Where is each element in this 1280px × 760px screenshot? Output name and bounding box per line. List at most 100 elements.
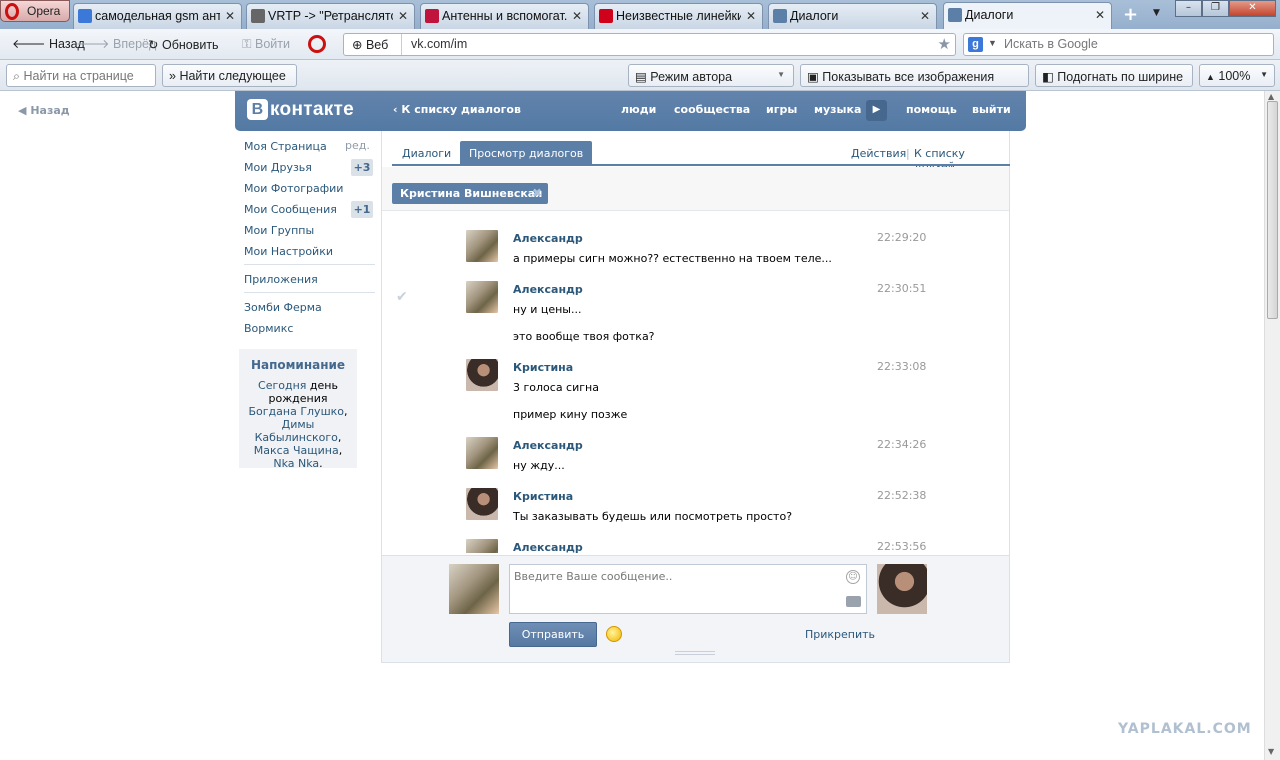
find-next-button[interactable]: » Найти следующее <box>162 64 297 87</box>
menu-my-settings[interactable]: Мои Настройки <box>244 245 333 258</box>
tab-close-icon[interactable]: ✕ <box>746 9 756 23</box>
reminder-today-link[interactable]: Сегодня <box>258 379 306 392</box>
reminder-person-link[interactable]: Макса Чащина <box>254 444 339 457</box>
bookmark-star-icon[interactable]: ★ <box>938 35 951 53</box>
camera-icon[interactable] <box>846 596 861 607</box>
browser-tab[interactable]: самодельная gsm ант... ✕ <box>73 3 242 29</box>
nav-music[interactable]: музыка <box>814 103 861 116</box>
menu-wormix[interactable]: Вормикс <box>244 322 293 335</box>
tab-dialogs[interactable]: Диалоги <box>393 141 460 164</box>
menu-apps[interactable]: Приложения <box>244 273 318 286</box>
scrollbar-thumb[interactable] <box>1267 101 1278 319</box>
recipient-avatar[interactable] <box>877 564 927 614</box>
message-author[interactable]: Александр <box>513 439 583 452</box>
search-placeholder[interactable]: Искать в Google <box>1004 37 1098 51</box>
music-play-icon[interactable]: ▶ <box>866 100 887 121</box>
avatar[interactable] <box>466 359 498 391</box>
menu-my-friends[interactable]: Мои Друзья <box>244 161 312 174</box>
menu-my-page[interactable]: Моя Страница <box>244 140 327 153</box>
scroll-up-icon[interactable]: ▲ <box>1268 92 1274 101</box>
vk-logo[interactable]: Вконтакте <box>247 99 354 121</box>
avatar[interactable] <box>466 488 498 520</box>
close-window-button[interactable]: ✕ <box>1229 0 1276 17</box>
browser-tab[interactable]: Неизвестные линейки... ✕ <box>594 3 763 29</box>
vertical-scrollbar[interactable]: ▲ ▼ <box>1264 91 1280 760</box>
login-button[interactable]: ⚿ Войти <box>242 37 290 52</box>
compose-box: Введите Ваше сообщение.. ☺ Отправить При… <box>382 555 1009 662</box>
message-author[interactable]: Александр <box>513 232 583 245</box>
reminder-person-link[interactable]: Nka Nka <box>273 457 319 470</box>
my-avatar[interactable] <box>449 564 499 614</box>
stop-icon[interactable] <box>308 35 326 53</box>
google-icon[interactable]: g <box>968 37 983 52</box>
emoji-icon[interactable] <box>606 626 622 642</box>
web-badge[interactable]: ⊕ Веб <box>344 34 402 55</box>
tab-menu-chevron-icon[interactable]: ▼ <box>1153 8 1160 18</box>
minimize-button[interactable]: – <box>1175 0 1202 17</box>
avatar[interactable] <box>466 230 498 262</box>
avatar[interactable] <box>466 281 498 313</box>
message-author[interactable]: Александр <box>513 283 583 296</box>
address-bar[interactable]: ⊕ Веб vk.com/im ★ <box>343 33 956 56</box>
maximize-button[interactable]: ❐ <box>1202 0 1229 17</box>
message-text: Ты заказывать будешь или посмотреть прос… <box>513 510 793 523</box>
browser-tab[interactable]: VRTP -> "Ретранслято... ✕ <box>246 3 415 29</box>
message-author[interactable]: Кристина <box>513 361 573 374</box>
tab-close-icon[interactable]: ✕ <box>920 9 930 23</box>
zoom-select[interactable]: ▲ 100% ▼ <box>1199 64 1275 87</box>
tab-close-icon[interactable]: ✕ <box>1095 8 1105 22</box>
forward-button[interactable]: 🡒 Вперёд <box>76 37 156 52</box>
menu-my-photos[interactable]: Мои Фотографии <box>244 182 343 195</box>
menu-zombie-farm[interactable]: Зомби Ферма <box>244 301 322 314</box>
actions-link[interactable]: Действия <box>851 147 906 160</box>
author-mode-select[interactable]: ▤ Режим автора ▼ <box>628 64 794 87</box>
url-text[interactable]: vk.com/im <box>411 37 467 51</box>
browser-tab[interactable]: Диалоги ✕ <box>943 2 1112 29</box>
resize-grip[interactable] <box>675 651 715 655</box>
tab-title: Диалоги <box>790 9 839 23</box>
search-box[interactable]: g ▼ Искать в Google <box>963 33 1274 56</box>
tab-close-icon[interactable]: ✕ <box>572 9 582 23</box>
remove-recipient-icon[interactable]: ✖ <box>532 186 542 200</box>
messages-badge[interactable]: +1 <box>351 201 373 218</box>
tab-close-icon[interactable]: ✕ <box>398 9 408 23</box>
message-input[interactable]: Введите Ваше сообщение.. <box>509 564 867 614</box>
page-back-link[interactable]: ◀ Назад <box>18 104 70 117</box>
message-author[interactable]: Кристина <box>513 490 573 503</box>
tab-close-icon[interactable]: ✕ <box>225 9 235 23</box>
nav-help[interactable]: помощь <box>906 103 957 116</box>
fit-width-button[interactable]: ◧ Подогнать по ширине <box>1035 64 1193 87</box>
back-to-dialogs-link[interactable]: ‹ К списку диалогов <box>393 103 521 116</box>
recipient-chip[interactable]: Кристина Вишневская ✖ <box>392 183 548 204</box>
smiley-icon[interactable]: ☺ <box>846 570 860 584</box>
opera-menu-button[interactable]: Opera <box>0 0 70 22</box>
new-tab-button[interactable]: + <box>1123 4 1138 25</box>
nav-games[interactable]: игры <box>766 103 797 116</box>
find-input[interactable]: ⌕ Найти на странице <box>6 64 156 87</box>
tab-favicon-icon <box>425 9 439 23</box>
attach-link[interactable]: Прикрепить <box>805 628 875 641</box>
avatar[interactable] <box>466 437 498 469</box>
menu-my-groups[interactable]: Мои Группы <box>244 224 314 237</box>
friends-badge[interactable]: +3 <box>351 159 373 176</box>
message-author[interactable]: Александр <box>513 541 583 553</box>
vk-logo-mark: В <box>247 99 268 120</box>
reload-button[interactable]: ↻ Обновить <box>148 37 219 52</box>
nav-communities[interactable]: сообщества <box>674 103 750 116</box>
navigation-bar: 🡐 Назад 🡒 Вперёд ↻ Обновить ⚿ Войти ⊕ Ве… <box>0 29 1280 60</box>
show-images-button[interactable]: ▣ Показывать все изображения <box>800 64 1029 87</box>
avatar[interactable] <box>466 539 498 553</box>
reminder-person-link[interactable]: Димы Кабылинского <box>255 418 338 444</box>
menu-edit-link[interactable]: ред. <box>345 139 370 152</box>
tab-view-dialogs[interactable]: Просмотр диалогов <box>460 141 593 164</box>
nav-logout[interactable]: выйти <box>972 103 1011 116</box>
back-button[interactable]: 🡐 Назад <box>12 37 85 52</box>
nav-people[interactable]: люди <box>621 103 656 116</box>
scroll-down-icon[interactable]: ▼ <box>1268 747 1274 756</box>
send-button[interactable]: Отправить <box>509 622 597 647</box>
menu-my-messages[interactable]: Мои Сообщения <box>244 203 337 216</box>
search-engine-dropdown-icon[interactable]: ▼ <box>988 38 997 48</box>
browser-tab[interactable]: Антенны и вспомогат... ✕ <box>420 3 589 29</box>
reminder-person-link[interactable]: Богдана Глушко <box>248 405 344 418</box>
browser-tab[interactable]: Диалоги ✕ <box>768 3 937 29</box>
